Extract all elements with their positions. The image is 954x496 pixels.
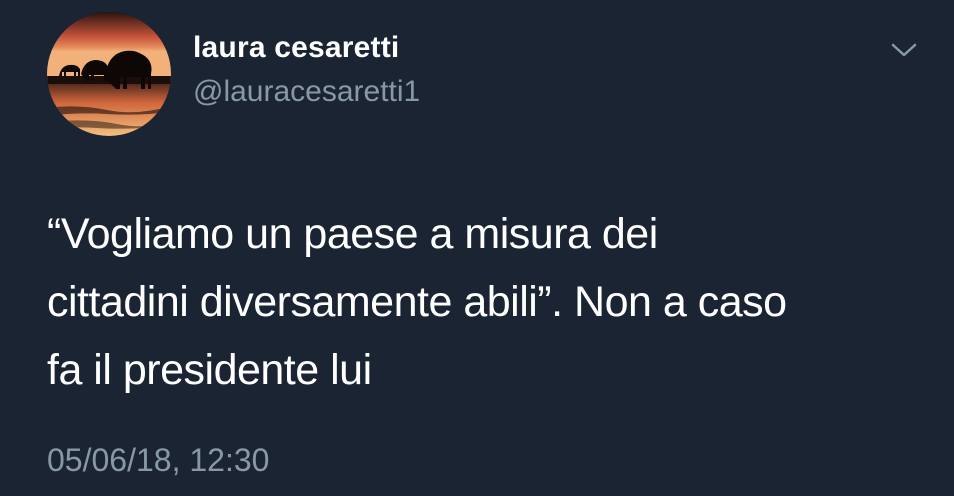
chevron-down-icon [891, 43, 917, 57]
avatar[interactable] [47, 12, 171, 136]
tweet-card: laura cesaretti @lauracesaretti1 “Voglia… [0, 0, 954, 496]
tweet-text: “Vogliamo un paese a misura dei cittadin… [47, 200, 927, 404]
elephants-sunset-avatar-image [47, 12, 171, 136]
tweet-text-line: fa il presidente lui [47, 346, 372, 394]
author-block[interactable]: laura cesaretti @lauracesaretti1 [193, 30, 420, 110]
user-handle[interactable]: @lauracesaretti1 [193, 74, 420, 110]
display-name[interactable]: laura cesaretti [193, 30, 420, 66]
tweet-timestamp[interactable]: 05/06/18, 12:30 [47, 440, 269, 480]
tweet-text-line: cittadini diversamente abili”. Non a cas… [47, 278, 787, 326]
tweet-menu-button[interactable] [890, 40, 918, 60]
tweet-text-line: “Vogliamo un paese a misura dei [47, 210, 658, 258]
